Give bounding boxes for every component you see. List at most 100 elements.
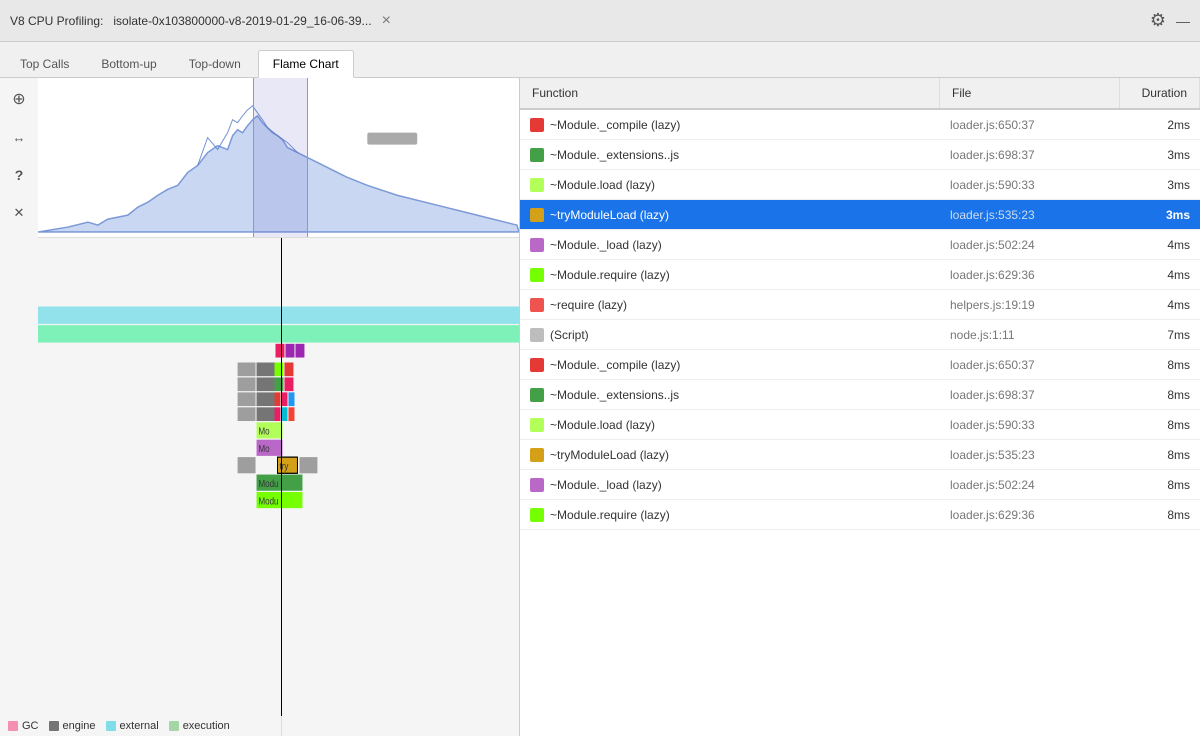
right-panel[interactable]: Function File Duration ~Module._compile … xyxy=(520,78,1200,736)
svg-text:Mo: Mo xyxy=(259,426,270,437)
function-color-dot xyxy=(530,298,544,312)
tab-top-down[interactable]: Top-down xyxy=(174,50,256,77)
legend-swatch-gc xyxy=(8,721,18,731)
function-color-dot xyxy=(530,268,544,282)
cell-file: loader.js:698:37 xyxy=(940,384,1120,406)
cursor-line xyxy=(281,238,282,736)
table-row[interactable]: ~tryModuleLoad (lazy)loader.js:535:233ms xyxy=(520,200,1200,230)
cell-duration: 8ms xyxy=(1120,504,1200,526)
cell-file: loader.js:590:33 xyxy=(940,414,1120,436)
cell-file: loader.js:698:37 xyxy=(940,144,1120,166)
table-row[interactable]: ~require (lazy)helpers.js:19:194ms xyxy=(520,290,1200,320)
legend-external: external xyxy=(106,720,159,732)
title-label: V8 CPU Profiling: xyxy=(10,14,103,28)
function-color-dot xyxy=(530,448,544,462)
function-color-dot xyxy=(530,148,544,162)
table-row[interactable]: ~Module._compile (lazy) loader.js:650:378… xyxy=(520,350,1200,380)
main-content: ⊕ ↔ ? ✕ xyxy=(0,78,1200,736)
function-name: ~Module._compile (lazy) xyxy=(550,358,680,372)
table-body: ~Module._compile (lazy)loader.js:650:372… xyxy=(520,110,1200,530)
cell-file: loader.js:535:23 xyxy=(940,204,1120,226)
overview-chart[interactable] xyxy=(38,78,519,238)
table-row[interactable]: ~Module._load (lazy)loader.js:502:244ms xyxy=(520,230,1200,260)
svg-text:Modu: Modu xyxy=(259,478,279,489)
cell-file: loader.js:650:37 xyxy=(940,354,1120,376)
cell-duration: 4ms xyxy=(1120,234,1200,256)
cell-file: loader.js:502:24 xyxy=(940,474,1120,496)
tab-bar: Top CallsBottom-upTop-downFlame Chart xyxy=(0,42,1200,78)
legend-label-execution: execution xyxy=(183,720,230,732)
title-close-icon[interactable]: × xyxy=(382,12,391,30)
pan-icon[interactable]: ↔ xyxy=(8,126,30,148)
cell-file: loader.js:650:37 xyxy=(940,114,1120,136)
cell-duration: 3ms xyxy=(1120,144,1200,166)
function-color-dot xyxy=(530,418,544,432)
table-row[interactable]: ~Module._extensions..js loader.js:698:373… xyxy=(520,140,1200,170)
legend-execution: execution xyxy=(169,720,230,732)
cell-function: ~Module.load (lazy) xyxy=(520,414,940,436)
minimize-icon[interactable]: — xyxy=(1176,13,1190,29)
legend-swatch-external xyxy=(106,721,116,731)
flame-chart-area[interactable]: Mo Mo try Modu Modu xyxy=(38,238,519,736)
function-color-dot xyxy=(530,178,544,192)
table-row[interactable]: ~tryModuleLoad (lazy) loader.js:535:238ms xyxy=(520,440,1200,470)
title-file: isolate-0x103800000-v8-2019-01-29_16-06-… xyxy=(113,14,371,28)
function-name: ~Module._compile (lazy) xyxy=(550,118,680,132)
legend-label-external: external xyxy=(120,720,159,732)
cell-file: node.js:1:11 xyxy=(940,324,1120,346)
table-row[interactable]: ~Module.load (lazy)loader.js:590:333ms xyxy=(520,170,1200,200)
legend-swatch-engine xyxy=(49,721,59,731)
table-row[interactable]: ~Module.require (lazy)loader.js:629:368m… xyxy=(520,500,1200,530)
function-name: ~Module._extensions..js xyxy=(550,148,679,162)
mini-selection[interactable] xyxy=(253,78,308,237)
cell-file: loader.js:535:23 xyxy=(940,444,1120,466)
cell-function: ~Module._compile (lazy) xyxy=(520,114,940,136)
col-header-function: Function xyxy=(520,78,940,108)
cell-function: ~tryModuleLoad (lazy) xyxy=(520,444,940,466)
legend-engine: engine xyxy=(49,720,96,732)
cell-duration: 8ms xyxy=(1120,474,1200,496)
legend-label-gc: GC xyxy=(22,720,39,732)
help-icon[interactable]: ? xyxy=(8,164,30,186)
cell-duration: 8ms xyxy=(1120,414,1200,436)
table-row[interactable]: (Script)node.js:1:117ms xyxy=(520,320,1200,350)
zoom-in-icon[interactable]: ⊕ xyxy=(8,88,30,110)
table-row[interactable]: ~Module.load (lazy)loader.js:590:338ms xyxy=(520,410,1200,440)
cell-duration: 4ms xyxy=(1120,264,1200,286)
function-name: ~Module.require (lazy) xyxy=(550,268,670,282)
table-row[interactable]: ~Module._compile (lazy) loader.js:650:372… xyxy=(520,110,1200,140)
cell-file: helpers.js:19:19 xyxy=(940,294,1120,316)
tab-top-calls[interactable]: Top Calls xyxy=(5,50,84,77)
close-panel-icon[interactable]: ✕ xyxy=(8,202,30,224)
cell-function: ~Module._load (lazy) xyxy=(520,474,940,496)
function-color-dot xyxy=(530,208,544,222)
cell-duration: 8ms xyxy=(1120,354,1200,376)
function-name: ~tryModuleLoad (lazy) xyxy=(550,208,669,222)
cell-duration: 7ms xyxy=(1120,324,1200,346)
function-color-dot xyxy=(530,118,544,132)
tab-flame-chart[interactable]: Flame Chart xyxy=(258,50,354,78)
cell-file: loader.js:629:36 xyxy=(940,504,1120,526)
cell-duration: 8ms xyxy=(1120,444,1200,466)
tab-bottom-up[interactable]: Bottom-up xyxy=(86,50,171,77)
function-name: ~Module._load (lazy) xyxy=(550,238,662,252)
table-row[interactable]: ~Module._load (lazy)loader.js:502:248ms xyxy=(520,470,1200,500)
cell-file: loader.js:590:33 xyxy=(940,174,1120,196)
table-header: Function File Duration xyxy=(520,78,1200,110)
legend-swatch-execution xyxy=(169,721,179,731)
cell-function: ~Module.require (lazy) xyxy=(520,264,940,286)
function-name: ~tryModuleLoad (lazy) xyxy=(550,448,669,462)
cell-duration: 2ms xyxy=(1120,114,1200,136)
cell-duration: 8ms xyxy=(1120,384,1200,406)
table-row[interactable]: ~Module.require (lazy) loader.js:629:364m… xyxy=(520,260,1200,290)
gear-icon[interactable]: ⚙ xyxy=(1150,10,1166,31)
cell-file: loader.js:629:36 xyxy=(940,264,1120,286)
legend-label-engine: engine xyxy=(63,720,96,732)
function-color-dot xyxy=(530,328,544,342)
col-header-duration: Duration xyxy=(1120,78,1200,108)
function-color-dot xyxy=(530,238,544,252)
cell-function: ~Module._compile (lazy) xyxy=(520,354,940,376)
flame-chart-svg: Mo Mo try Modu Modu xyxy=(38,238,519,736)
col-header-file: File xyxy=(940,78,1120,108)
table-row[interactable]: ~Module._extensions..jsloader.js:698:378… xyxy=(520,380,1200,410)
